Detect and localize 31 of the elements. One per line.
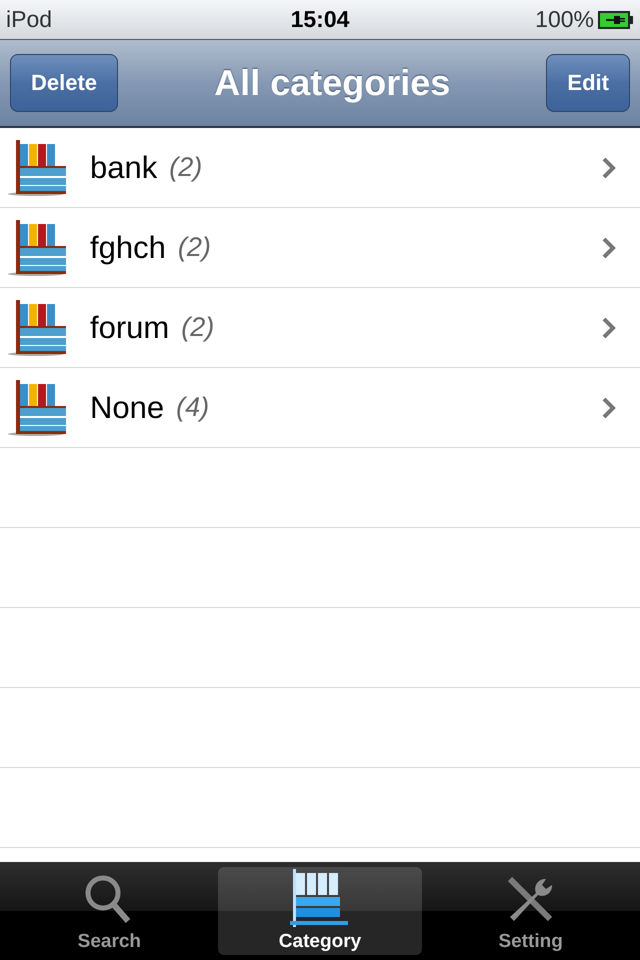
category-name: bank: [90, 150, 158, 186]
nav-title: All categories: [214, 62, 450, 104]
category-row[interactable]: fghch (2): [0, 208, 640, 288]
tab[interactable]: Search: [7, 867, 212, 955]
item-count: (2): [181, 312, 214, 343]
item-count: (4): [176, 392, 210, 423]
bookshelf-icon: [6, 378, 66, 438]
chevron-icon: [602, 396, 616, 418]
bookshelf-icon: [6, 298, 66, 358]
category-name: forum: [90, 310, 170, 346]
category-name: None: [90, 390, 164, 426]
edit-button[interactable]: Edit: [546, 54, 630, 112]
clock: 15:04: [290, 6, 350, 33]
category-name: fghch: [90, 230, 166, 266]
category-row[interactable]: None (4): [0, 368, 640, 448]
item-count: (2): [178, 232, 211, 263]
chevron-icon: [602, 316, 616, 338]
bookshelf-icon: [6, 138, 66, 198]
battery-charging-icon: [598, 10, 634, 30]
item-count: (2): [169, 152, 202, 183]
tab[interactable]: Category: [218, 867, 422, 955]
delete-button[interactable]: Delete: [10, 54, 118, 112]
bookshelf-icon: [6, 218, 66, 278]
chevron-icon: [602, 156, 616, 178]
category-row[interactable]: bank (2): [0, 128, 640, 208]
category-row[interactable]: forum (2): [0, 288, 640, 368]
bookshelf-icon: [290, 869, 350, 929]
device-name: iPod: [6, 6, 52, 33]
battery-percent: 100%: [535, 6, 594, 33]
chevron-icon: [602, 236, 616, 258]
tab[interactable]: Setting: [428, 867, 633, 955]
